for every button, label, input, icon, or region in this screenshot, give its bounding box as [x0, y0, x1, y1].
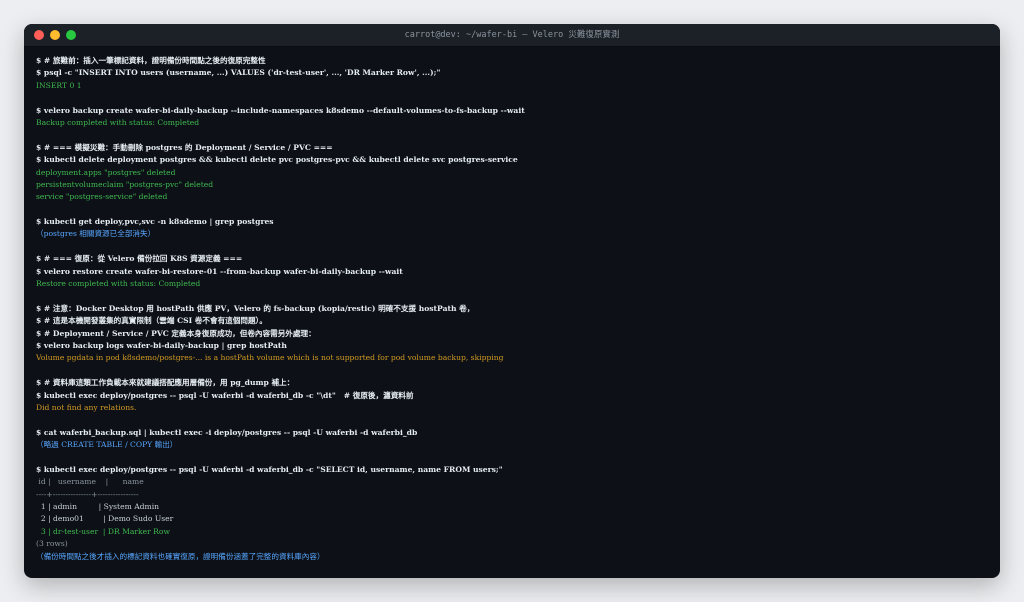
command-line: $ # === 模擬災難：手動刪除 postgres 的 Deployment …	[36, 142, 333, 152]
output-line: （備份時間點之後才插入的標記資料也確實復原，證明備份涵蓋了完整的資料庫內容）	[36, 551, 325, 561]
command-line: $ # 注意：Docker Desktop 用 hostPath 供應 PV，V…	[36, 303, 475, 313]
command-line: $ kubectl exec deploy/postgres -- psql -…	[36, 464, 503, 474]
command-line: $ velero backup logs wafer-bi-daily-back…	[36, 340, 287, 350]
command-line: $ kubectl exec deploy/postgres -- psql -…	[36, 390, 414, 400]
output-line: 2 | demo01 | Demo Sudo User	[36, 514, 174, 524]
output-line: deployment.apps "postgres" deleted	[36, 167, 176, 177]
output-line: service "postgres-service" deleted	[36, 192, 168, 202]
output-line: Did not find any relations.	[36, 402, 137, 412]
command-line: $ velero restore create wafer-bi-restore…	[36, 266, 403, 276]
title-bar: carrot@dev: ~/wafer-bi — Velero 災難復原實測	[24, 24, 1000, 47]
output-line: ----+---------------+----------------	[36, 489, 139, 499]
command-line: $ # 資料庫這類工作負載本來就建議搭配應用層備份，用 pg_dump 補上：	[36, 378, 295, 388]
output-line: persistentvolumeclaim "postgres-pvc" del…	[36, 179, 214, 189]
command-line: $ # 旅難前：插入一筆標記資料，證明備份時間點之後的復原完整性	[36, 56, 266, 65]
command-line: $ cat waferbi_backup.sql | kubectl exec …	[36, 427, 418, 437]
terminal-window: carrot@dev: ~/wafer-bi — Velero 災難復原實測 $…	[24, 24, 1000, 578]
output-line: 1 | admin | System Admin	[36, 502, 160, 512]
command-line: $ # 這是本機開發叢集的真實限制（雲端 CSI 卷不會有這個問題）。	[36, 316, 267, 326]
output-line: （略過 CREATE TABLE / COPY 輸出）	[36, 440, 178, 450]
command-line: $ psql -c "INSERT INTO users (username, …	[36, 68, 441, 78]
output-line: Backup completed with status: Completed	[36, 117, 200, 127]
window-title: carrot@dev: ~/wafer-bi — Velero 災難復原實測	[404, 30, 620, 40]
output-line: INSERT 0 1	[36, 80, 82, 90]
output-line: （postgres 相關資源已全部消失）	[36, 229, 156, 239]
output-line: id | username | name	[36, 477, 144, 487]
command-line: $ # === 復原：從 Velero 備份拉回 K8S 資源定義 ===	[36, 254, 243, 264]
command-line: $ velero backup create wafer-bi-daily-ba…	[36, 105, 525, 115]
command-line: $ kubectl delete deployment postgres && …	[36, 155, 518, 165]
output-line: (3 rows)	[36, 539, 68, 549]
output-line: Restore completed with status: Completed	[36, 279, 201, 289]
output-line: 3 | dr-test-user | DR Marker Row	[36, 526, 170, 536]
command-line: $ # Deployment / Service / PVC 定義本身復原成功，…	[36, 328, 316, 338]
terminal-output[interactable]: $ # 旅難前：插入一筆標記資料，證明備份時間點之後的復原完整性 $ psql -…	[24, 47, 1000, 563]
command-line: $ kubectl get deploy,pvc,svc -n k8sdemo …	[36, 217, 274, 227]
output-line: Volume pgdata in pod k8sdemo/postgres-..…	[36, 353, 504, 363]
